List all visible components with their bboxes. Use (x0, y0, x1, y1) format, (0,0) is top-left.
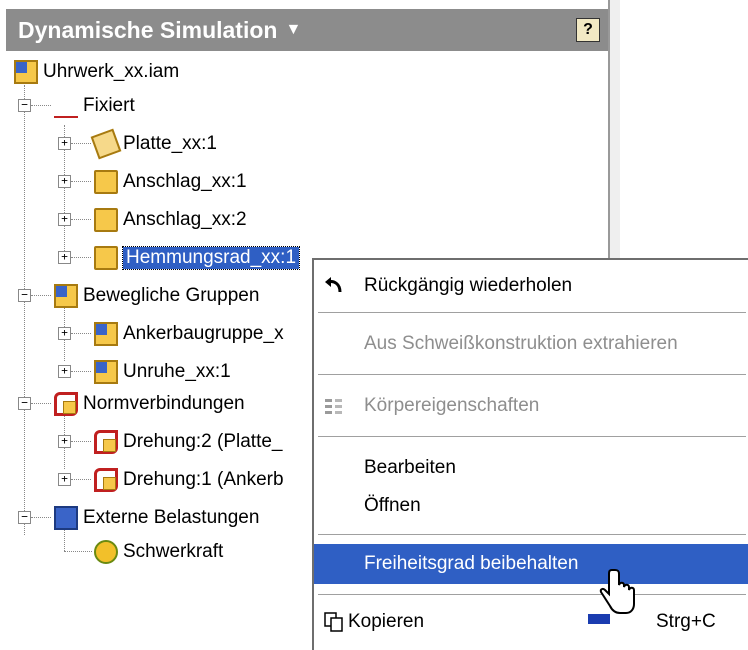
menu-item-edit[interactable]: Bearbeiten (314, 448, 748, 488)
tree-item-joints[interactable]: Normverbindungen (54, 387, 245, 421)
menu-item-label: Freiheitsgrad beibehalten (364, 553, 579, 574)
context-menu: Rückgängig wiederholen Aus Schweißkonstr… (312, 258, 748, 650)
part-icon (94, 170, 118, 194)
copy-icon (324, 612, 343, 632)
tree-item-unruhe[interactable]: Unruhe_xx:1 (94, 355, 231, 389)
tree-item-label: Bewegliche Gruppen (83, 285, 260, 306)
tree-item-platte[interactable]: Platte_xx:1 (90, 127, 217, 161)
tree-item-label: Drehung:2 (Platte_ (123, 431, 283, 452)
part-icon (94, 246, 118, 270)
chevron-down-icon[interactable]: ▼ (285, 21, 301, 39)
properties-icon (325, 399, 342, 414)
part-plate-icon (90, 128, 122, 160)
tree-item-drehung-1[interactable]: Drehung:1 (Ankerb (94, 463, 284, 497)
tree-item-label: Unruhe_xx:1 (123, 361, 231, 382)
tree-item-anschlag-1[interactable]: Anschlag_xx:1 (94, 165, 247, 199)
assembly-icon (94, 322, 118, 346)
menu-item-retain-dof[interactable]: Freiheitsgrad beibehalten (314, 544, 748, 584)
expand-toggle[interactable]: + (58, 137, 71, 150)
tree-item-label: Uhrwerk_xx.iam (43, 61, 180, 82)
help-icon[interactable]: ? (576, 18, 600, 42)
joint-icon (54, 392, 78, 416)
tree-item-label: Anschlag_xx:2 (123, 209, 247, 230)
menu-item-label: Rückgängig wiederholen (364, 275, 573, 296)
hand-cursor-icon (599, 569, 635, 614)
ground-icon (54, 94, 78, 118)
revolute-joint-icon (94, 468, 118, 492)
tree-item-label: Externe Belastungen (83, 507, 260, 528)
collapse-toggle-moving[interactable]: − (18, 289, 31, 302)
drag-handle-indicator (588, 614, 610, 624)
collapse-toggle-joints[interactable]: − (18, 397, 31, 410)
tree-item-drehung-2[interactable]: Drehung:2 (Platte_ (94, 425, 283, 459)
revolute-joint-icon (94, 430, 118, 454)
expand-toggle[interactable]: + (58, 365, 71, 378)
menu-item-label: Kopieren (348, 611, 425, 632)
panel-title[interactable]: Dynamische Simulation (18, 17, 277, 44)
tree-item-moving-groups[interactable]: Bewegliche Gruppen (54, 279, 259, 313)
menu-item-open[interactable]: Öffnen (314, 486, 748, 526)
tree-item-gravity[interactable]: Schwerkraft (94, 535, 223, 569)
menu-item-label: Körpereigenschaften (364, 395, 540, 416)
collapse-toggle-fixed[interactable]: − (18, 99, 31, 112)
shortcut-label: Strg+C (656, 611, 716, 632)
tree-item-label: Schwerkraft (123, 541, 224, 562)
tree-item-label-selected[interactable]: Hemmungsrad_xx:1 (121, 246, 301, 270)
expand-toggle[interactable]: + (58, 251, 71, 264)
collapse-toggle-loads[interactable]: − (18, 511, 31, 524)
expand-toggle[interactable]: + (58, 327, 71, 340)
tree-item-label: Fixiert (83, 95, 135, 116)
expand-toggle[interactable]: + (58, 175, 71, 188)
menu-item-copy[interactable]: Kopieren Strg+C (314, 602, 748, 642)
tree-item-hemmungsrad[interactable]: Hemmungsrad_xx:1 (94, 241, 301, 275)
expand-toggle[interactable]: + (58, 213, 71, 226)
tree-item-label: Drehung:1 (Ankerb (123, 469, 284, 490)
external-load-icon (54, 506, 78, 530)
tree-item-label: Normverbindungen (83, 393, 245, 414)
assembly-icon (94, 360, 118, 384)
gravity-apple-icon (94, 540, 118, 564)
tree-item-label: Platte_xx:1 (123, 133, 217, 154)
tree-item-label: Ankerbaugruppe_x (123, 323, 284, 344)
part-icon (94, 208, 118, 232)
assembly-icon (14, 60, 38, 84)
menu-item-label: Bearbeiten (364, 457, 456, 478)
menu-item-undo[interactable]: Rückgängig wiederholen (314, 266, 748, 306)
expand-toggle[interactable]: + (58, 435, 71, 448)
tree-item-fixed[interactable]: Fixiert (54, 89, 135, 123)
menu-item-label: Öffnen (364, 495, 421, 516)
menu-item-label: Aus Schweißkonstruktion extrahieren (364, 333, 678, 354)
tree-item-label: Anschlag_xx:1 (123, 171, 247, 192)
tree-item-root[interactable]: Uhrwerk_xx.iam (14, 55, 179, 89)
expand-toggle[interactable]: + (58, 473, 71, 486)
tree-item-anschlag-2[interactable]: Anschlag_xx:2 (94, 203, 247, 237)
moving-groups-icon (54, 284, 78, 308)
tree-item-external-loads[interactable]: Externe Belastungen (54, 501, 259, 535)
tree-item-ankerbaugruppe[interactable]: Ankerbaugruppe_x (94, 317, 284, 351)
undo-icon (325, 277, 342, 293)
panel-title-bar[interactable]: Dynamische Simulation ▼ ? (6, 9, 608, 51)
menu-item-body-properties: Körpereigenschaften (314, 386, 748, 426)
menu-item-extract-weldment: Aus Schweißkonstruktion extrahieren (314, 324, 748, 364)
